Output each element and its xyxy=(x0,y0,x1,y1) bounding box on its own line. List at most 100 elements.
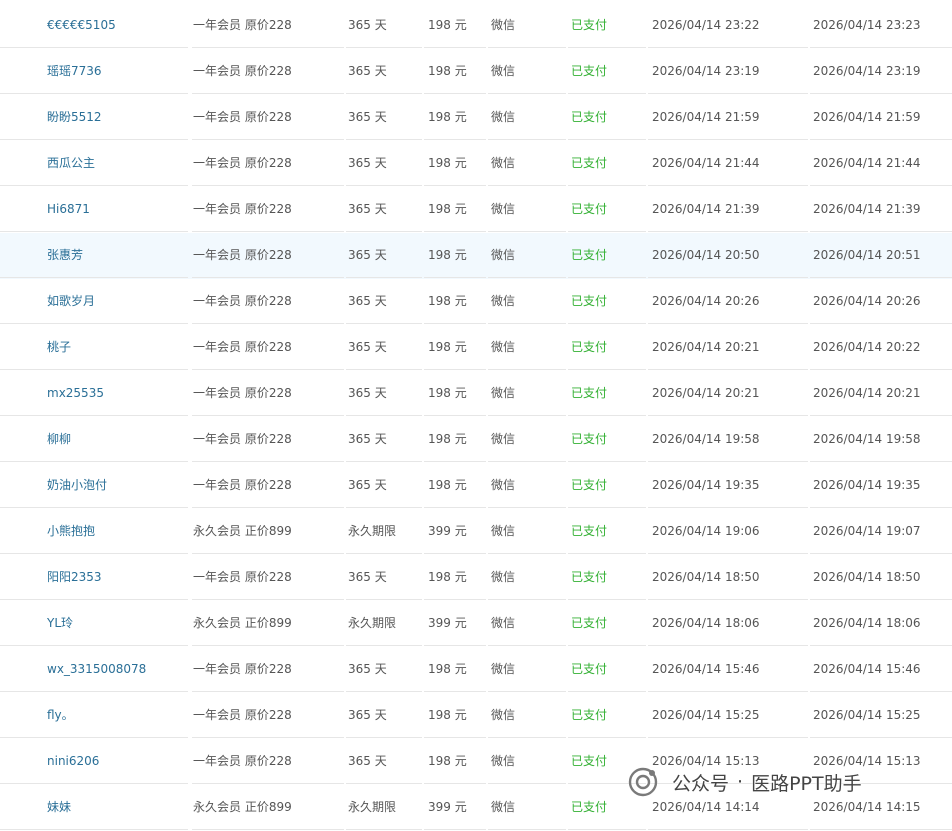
watermark: 公众号 · 医路PPT助手 xyxy=(626,762,862,802)
user-name-link[interactable]: 盼盼5512 xyxy=(0,95,188,140)
payment-method-cell: 微信 xyxy=(488,463,566,508)
payment-method-cell: 微信 xyxy=(488,739,566,784)
order-time-cell: 2026/04/14 18:50 xyxy=(648,555,808,600)
order-time-cell: 2026/04/14 23:22 xyxy=(648,3,808,48)
payment-method-cell: 微信 xyxy=(488,279,566,324)
price-cell: 198 元 xyxy=(424,693,486,738)
user-name-link[interactable]: 柳柳 xyxy=(0,417,188,462)
user-name-link[interactable]: wx_3315008078 xyxy=(0,647,188,692)
plan-cell: 一年会员 原价228 xyxy=(192,95,344,140)
duration-cell: 365 天 xyxy=(346,279,422,324)
table-row: YL玲 永久会员 正价899 永久期限 399 元微信 已支付 2026/04/14 18… xyxy=(0,601,952,647)
payment-method-cell: 微信 xyxy=(488,187,566,232)
duration-cell: 365 天 xyxy=(346,95,422,140)
user-name-link[interactable]: 张惠芳 xyxy=(0,233,188,278)
duration-cell: 永久期限 xyxy=(346,509,422,554)
price-cell: 399 元 xyxy=(424,785,486,830)
table-row: 西瓜公主 一年会员 原价228 365 天 198 元微信 已支付 2026/04/14 … xyxy=(0,141,952,187)
user-name-link[interactable]: 阳阳2353 xyxy=(0,555,188,600)
user-name-link[interactable]: 小熊抱抱 xyxy=(0,509,188,554)
payment-method-cell: 微信 xyxy=(488,95,566,140)
user-name-link[interactable]: 奶油小泡付 xyxy=(0,463,188,508)
duration-cell: 365 天 xyxy=(346,49,422,94)
paid-time-cell: 2026/04/14 18:50 xyxy=(810,555,952,600)
duration-cell: 365 天 xyxy=(346,463,422,508)
order-time-cell: 2026/04/14 19:35 xyxy=(648,463,808,508)
plan-cell: 一年会员 原价228 xyxy=(192,371,344,416)
price-cell: 198 元 xyxy=(424,647,486,692)
duration-cell: 365 天 xyxy=(346,187,422,232)
table-row: €€€€€5105 一年会员 原价228 365 天 198 元微信 已支付 2026/0… xyxy=(0,3,952,49)
order-time-cell: 2026/04/14 18:06 xyxy=(648,601,808,646)
paid-time-cell: 2026/04/14 19:35 xyxy=(810,463,952,508)
paid-time-cell: 2026/04/14 20:21 xyxy=(810,371,952,416)
table-row: 桃子 一年会员 原价228 365 天 198 元微信 已支付 2026/04/14 20… xyxy=(0,325,952,371)
order-time-cell: 2026/04/14 20:50 xyxy=(648,233,808,278)
paid-time-cell: 2026/04/14 20:22 xyxy=(810,325,952,370)
order-time-cell: 2026/04/14 19:06 xyxy=(648,509,808,554)
plan-cell: 一年会员 原价228 xyxy=(192,233,344,278)
duration-cell: 365 天 xyxy=(346,371,422,416)
plan-cell: 一年会员 原价228 xyxy=(192,3,344,48)
duration-cell: 365 天 xyxy=(346,233,422,278)
user-name-link[interactable]: Hi6871 xyxy=(0,187,188,232)
user-name-link[interactable]: fly。 xyxy=(0,693,188,738)
user-name-link[interactable]: 瑶瑶7736 xyxy=(0,49,188,94)
table-row: 如歌岁月 一年会员 原价228 365 天 198 元微信 已支付 2026/04/14 … xyxy=(0,279,952,325)
plan-cell: 一年会员 原价228 xyxy=(192,49,344,94)
status-badge: 已支付 xyxy=(568,279,646,324)
user-name-link[interactable]: €€€€€5105 xyxy=(0,3,188,48)
user-name-link[interactable]: 西瓜公主 xyxy=(0,141,188,186)
table-row: 柳柳 一年会员 原价228 365 天 198 元微信 已支付 2026/04/14 19… xyxy=(0,417,952,463)
table-row: 小熊抱抱 永久会员 正价899 永久期限 399 元微信 已支付 2026/04/14 1… xyxy=(0,509,952,555)
payment-method-cell: 微信 xyxy=(488,371,566,416)
paid-time-cell: 2026/04/14 20:26 xyxy=(810,279,952,324)
payment-method-cell: 微信 xyxy=(488,647,566,692)
plan-cell: 一年会员 原价228 xyxy=(192,325,344,370)
order-time-cell: 2026/04/14 21:44 xyxy=(648,141,808,186)
payment-method-cell: 微信 xyxy=(488,785,566,830)
table-row: 张惠芳 一年会员 原价228 365 天 198 元微信 已支付 2026/04/14 2… xyxy=(0,233,952,279)
paid-time-cell: 2026/04/14 21:39 xyxy=(810,187,952,232)
payment-method-cell: 微信 xyxy=(488,693,566,738)
user-name-link[interactable]: 桃子 xyxy=(0,325,188,370)
duration-cell: 365 天 xyxy=(346,693,422,738)
user-name-link[interactable]: mx25535 xyxy=(0,371,188,416)
plan-cell: 永久会员 正价899 xyxy=(192,509,344,554)
plan-cell: 一年会员 原价228 xyxy=(192,417,344,462)
table-row: 阳阳2353 一年会员 原价228 365 天 198 元微信 已支付 2026/04/1… xyxy=(0,555,952,601)
duration-cell: 365 天 xyxy=(346,739,422,784)
price-cell: 198 元 xyxy=(424,3,486,48)
user-name-link[interactable]: nini6206 xyxy=(0,739,188,784)
price-cell: 198 元 xyxy=(424,739,486,784)
price-cell: 198 元 xyxy=(424,95,486,140)
payment-method-cell: 微信 xyxy=(488,417,566,462)
user-name-link[interactable]: 妹妹 xyxy=(0,785,188,830)
price-cell: 198 元 xyxy=(424,371,486,416)
user-name-link[interactable]: 如歌岁月 xyxy=(0,279,188,324)
order-time-cell: 2026/04/14 23:19 xyxy=(648,49,808,94)
status-badge: 已支付 xyxy=(568,417,646,462)
paid-time-cell: 2026/04/14 21:44 xyxy=(810,141,952,186)
watermark-prefix: 公众号 xyxy=(672,772,730,795)
paid-time-cell: 2026/04/14 19:58 xyxy=(810,417,952,462)
user-name-link[interactable]: YL玲 xyxy=(0,601,188,646)
duration-cell: 365 天 xyxy=(346,647,422,692)
price-cell: 198 元 xyxy=(424,141,486,186)
duration-cell: 365 天 xyxy=(346,141,422,186)
table-row: 瑶瑶7736 一年会员 原价228 365 天 198 元微信 已支付 2026/04/1… xyxy=(0,49,952,95)
plan-cell: 一年会员 原价228 xyxy=(192,647,344,692)
order-time-cell: 2026/04/14 20:21 xyxy=(648,325,808,370)
paid-time-cell: 2026/04/14 19:07 xyxy=(810,509,952,554)
table-row: mx25535 一年会员 原价228 365 天 198 元微信 已支付 2026/04/… xyxy=(0,371,952,417)
price-cell: 198 元 xyxy=(424,187,486,232)
duration-cell: 365 天 xyxy=(346,417,422,462)
price-cell: 198 元 xyxy=(424,279,486,324)
status-badge: 已支付 xyxy=(568,187,646,232)
status-badge: 已支付 xyxy=(568,3,646,48)
plan-cell: 永久会员 正价899 xyxy=(192,601,344,646)
payment-method-cell: 微信 xyxy=(488,325,566,370)
paid-time-cell: 2026/04/14 21:59 xyxy=(810,95,952,140)
price-cell: 198 元 xyxy=(424,325,486,370)
plan-cell: 一年会员 原价228 xyxy=(192,739,344,784)
